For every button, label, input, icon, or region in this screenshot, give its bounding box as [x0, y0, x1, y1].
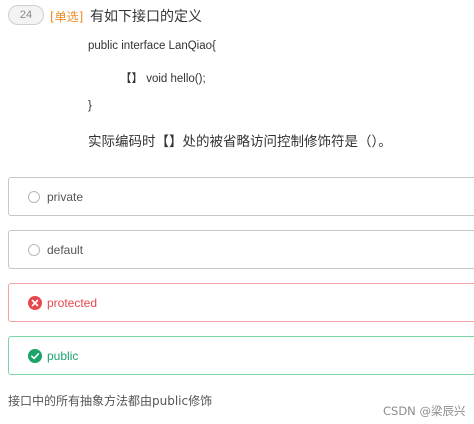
option-public[interactable]: public [8, 336, 474, 375]
question-prompt: 实际编码时【】处的被省略访问控制修饰符是（）。 [88, 134, 392, 150]
option-label: default [47, 243, 84, 257]
question-title: 有如下接口的定义 [90, 9, 202, 25]
code-line-3: } [88, 100, 92, 112]
watermark: CSDN @梁辰兴 [383, 404, 466, 418]
answer-explanation: 接口中的所有抽象方法都由public修饰 [8, 394, 213, 408]
question-type-tag: [单选] [50, 10, 84, 24]
option-default[interactable]: default [8, 230, 474, 269]
option-label: private [47, 190, 84, 204]
close-circle-icon [28, 296, 42, 310]
radio-icon[interactable] [28, 191, 40, 203]
check-circle-icon [28, 349, 42, 363]
code-line-1: public interface LanQiao{ [88, 40, 216, 52]
option-private[interactable]: private [8, 177, 474, 216]
option-protected[interactable]: protected [8, 283, 474, 322]
question-number-badge: 24 [8, 5, 44, 25]
option-label: protected [47, 296, 98, 310]
option-label: public [47, 349, 79, 363]
radio-icon[interactable] [28, 244, 40, 256]
code-line-2: 【】 void hello(); [120, 73, 206, 85]
